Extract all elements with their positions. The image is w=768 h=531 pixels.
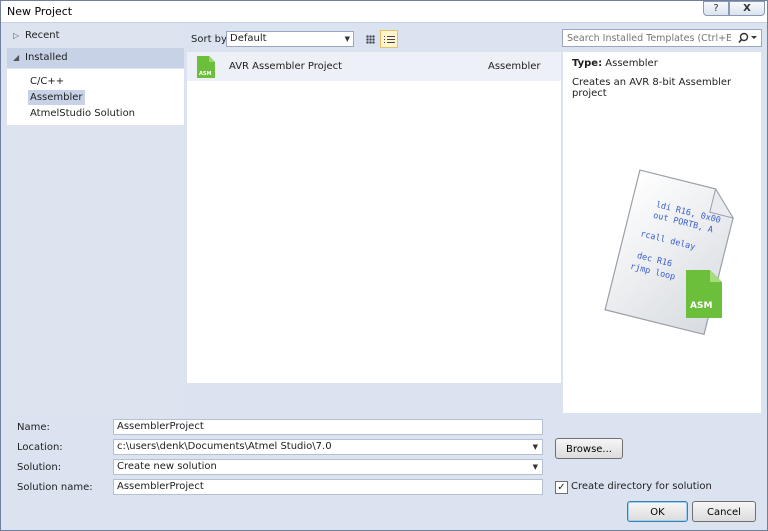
grid-view-icon xyxy=(366,35,375,44)
title-bar: New Project ? X xyxy=(1,1,767,23)
solution-label: Solution: xyxy=(17,462,62,473)
tree-item-recent[interactable]: ▷ Recent xyxy=(7,26,184,46)
collapse-arrow-icon: ◢ xyxy=(13,53,20,62)
name-field[interactable]: AssemblerProject xyxy=(113,419,543,435)
create-directory-label: Create directory for solution xyxy=(571,481,712,492)
dropdown-arrow-icon: ▼ xyxy=(532,463,538,471)
installed-children: C/C++ Assembler AtmelStudio Solution xyxy=(7,69,184,125)
dropdown-arrow-icon: ▼ xyxy=(344,35,350,43)
list-view-icon xyxy=(384,34,395,45)
close-button[interactable]: X xyxy=(729,1,765,16)
tree-item-atmelstudio-solution[interactable]: AtmelStudio Solution xyxy=(28,106,137,121)
browse-button[interactable]: Browse... xyxy=(555,438,623,459)
location-value: c:\users\denk\Documents\Atmel Studio\7.0 xyxy=(117,441,332,452)
template-row-avr-assembler[interactable]: ASM AVR Assembler Project Assembler xyxy=(187,52,561,81)
search-box xyxy=(562,29,762,47)
sort-dropdown[interactable]: Default ▼ xyxy=(226,31,354,47)
tree-item-cpp[interactable]: C/C++ xyxy=(28,74,66,89)
expand-arrow-icon: ▷ xyxy=(13,31,20,40)
type-label: Type: xyxy=(572,58,603,69)
preview-badge: ASM xyxy=(690,301,712,311)
sort-bar: Sort by: Default ▼ xyxy=(187,26,561,52)
dropdown-arrow-icon: ▼ xyxy=(532,443,538,451)
search-icon[interactable] xyxy=(738,31,758,45)
asm-file-icon: ASM xyxy=(197,56,215,78)
tree-item-label: Recent xyxy=(25,30,60,41)
tree-item-installed[interactable]: ◢ Installed xyxy=(7,48,184,68)
help-button[interactable]: ? xyxy=(703,1,729,16)
grid-view-button[interactable] xyxy=(361,30,379,48)
template-list: ASM AVR Assembler Project Assembler xyxy=(187,52,561,383)
type-value: Assembler xyxy=(605,58,658,69)
location-label: Location: xyxy=(17,442,63,453)
list-view-button[interactable] xyxy=(380,30,398,48)
cancel-button[interactable]: Cancel xyxy=(692,501,756,522)
tree-item-label: Installed xyxy=(25,52,68,63)
sort-value: Default xyxy=(230,33,267,44)
project-form: Name: AssemblerProject Location: c:\user… xyxy=(7,415,762,526)
name-label: Name: xyxy=(17,422,50,433)
solution-dropdown[interactable]: Create new solution ▼ xyxy=(113,459,543,475)
solution-name-field[interactable]: AssemblerProject xyxy=(113,479,543,495)
asm-preview-icon: ldi R16, 0x00 out PORTB, A rcall delay d… xyxy=(604,169,735,336)
new-project-dialog: New Project ? X ▷ Recent ◢ Installed C/C… xyxy=(0,0,768,531)
solution-name-label: Solution name: xyxy=(17,482,93,493)
template-type: Type: Assembler xyxy=(572,58,658,69)
template-tree: ▷ Recent ◢ Installed C/C++ Assembler Atm… xyxy=(7,26,184,415)
create-directory-checkbox[interactable]: ✓ xyxy=(555,481,568,494)
tree-item-assembler[interactable]: Assembler xyxy=(28,90,85,105)
sort-label: Sort by: xyxy=(191,34,230,45)
dialog-title: New Project xyxy=(7,5,73,18)
checkmark-icon: ✓ xyxy=(557,482,566,493)
solution-value: Create new solution xyxy=(117,461,217,472)
details-panel: Type: Assembler Creates an AVR 8-bit Ass… xyxy=(563,52,761,413)
template-language: Assembler xyxy=(488,61,541,72)
asm-file-icon-text: ASM xyxy=(199,71,211,77)
search-input[interactable] xyxy=(565,31,733,45)
template-name: AVR Assembler Project xyxy=(229,61,343,72)
location-dropdown[interactable]: c:\users\denk\Documents\Atmel Studio\7.0… xyxy=(113,439,543,455)
ok-button[interactable]: OK xyxy=(627,501,688,522)
template-description: Creates an AVR 8-bit Assembler project xyxy=(572,77,732,99)
